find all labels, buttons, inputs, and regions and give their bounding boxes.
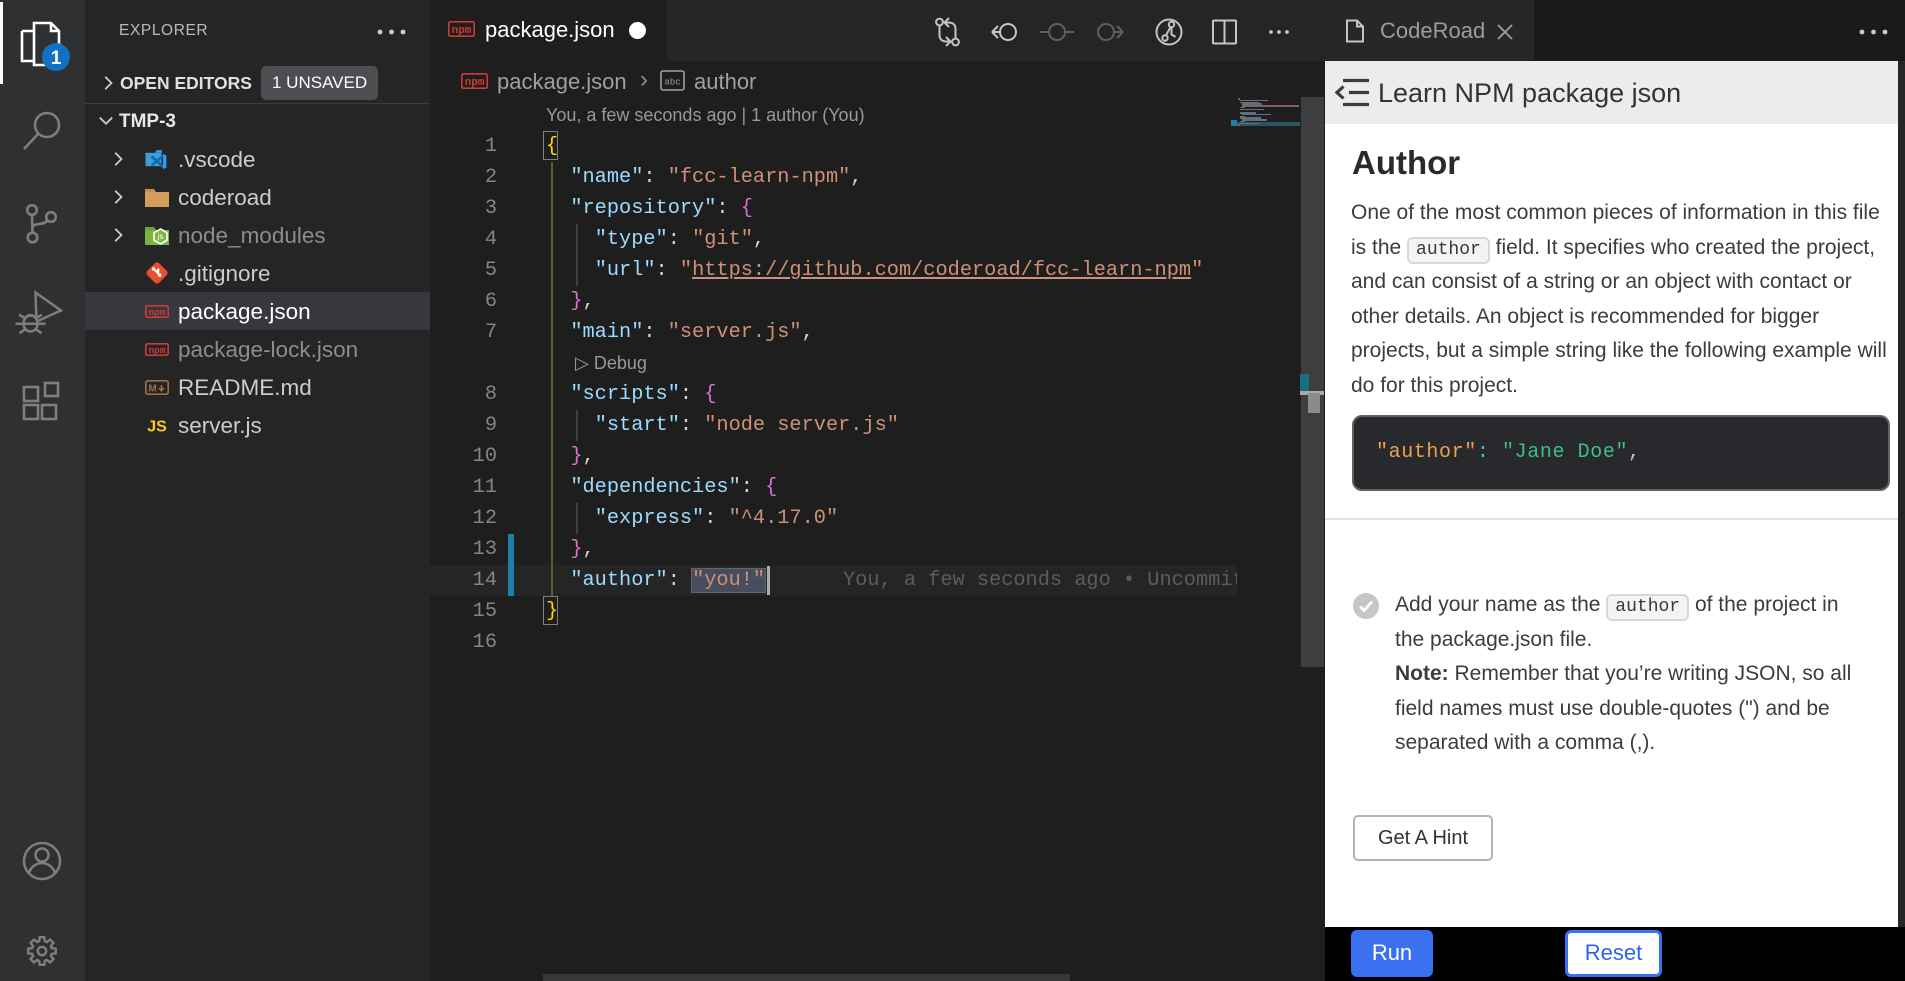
svg-text:npm: npm [148, 345, 165, 356]
svg-text:JS: JS [147, 419, 167, 436]
svg-text:npm: npm [465, 77, 485, 89]
svg-text:M: M [148, 384, 156, 395]
svg-text:1: 1 [51, 48, 62, 69]
svg-text:js: js [157, 232, 164, 241]
svg-text:abc: abc [664, 78, 680, 88]
svg-text:npm: npm [148, 307, 165, 318]
svg-text:npm: npm [452, 25, 472, 37]
